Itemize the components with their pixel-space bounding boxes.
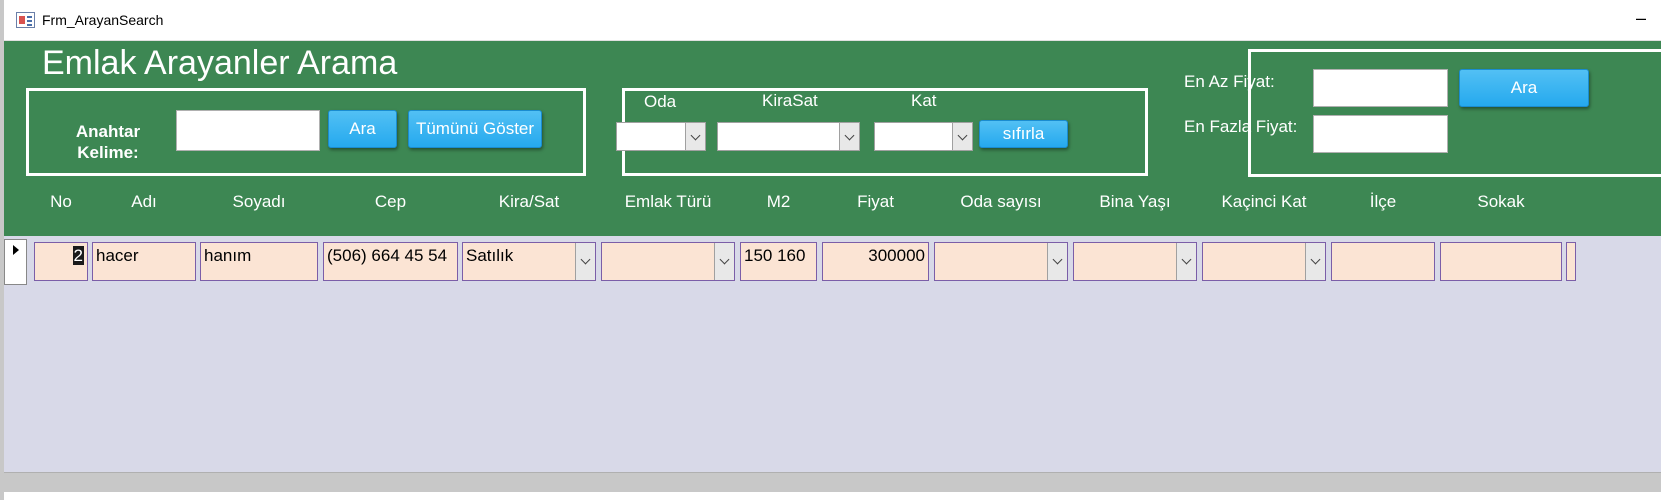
kat-select[interactable] xyxy=(874,122,973,151)
cell-no[interactable]: 2 xyxy=(34,242,88,281)
chevron-down-icon[interactable] xyxy=(839,123,859,150)
show-all-button[interactable]: Tümünü Göster xyxy=(408,110,542,148)
window-bottom-edge xyxy=(4,492,1661,500)
max-price-label: En Fazla Fiyat: xyxy=(1184,117,1298,136)
col-header-soyadi: Soyadı xyxy=(232,192,286,211)
form-icon xyxy=(16,12,35,28)
cell-next[interactable] xyxy=(1566,242,1576,281)
form-window: Frm_ArayanSearch – Emlak Arayanler Arama… xyxy=(0,0,1661,500)
min-price-input[interactable] xyxy=(1313,69,1448,107)
records-area: 2 hacer hanım (506) 664 45 54 Satılık 15… xyxy=(4,236,1661,472)
col-header-no: No xyxy=(50,192,72,211)
price-search-button[interactable]: Ara xyxy=(1459,69,1589,107)
kat-label: Kat xyxy=(911,91,937,110)
oda-label: Oda xyxy=(644,92,677,111)
chevron-down-icon[interactable] xyxy=(1047,243,1067,280)
keyword-label: Anahtar Kelime: xyxy=(75,122,141,162)
record-selector[interactable] xyxy=(4,239,27,285)
cell-kacinci-kat[interactable] xyxy=(1202,242,1326,281)
col-header-m2: M2 xyxy=(766,192,791,211)
cell-soyadi[interactable]: hanım xyxy=(200,242,318,281)
col-header-fiyat: Fiyat xyxy=(857,192,894,211)
col-header-oda-sayisi: Oda sayısı xyxy=(960,192,1042,211)
cell-oda-sayisi[interactable] xyxy=(934,242,1068,281)
kirasat-label: KiraSat xyxy=(762,91,818,110)
oda-select[interactable] xyxy=(616,122,706,151)
min-price-label: En Az Fiyat: xyxy=(1184,72,1275,91)
title-bar: Frm_ArayanSearch – xyxy=(4,0,1661,41)
chevron-down-icon[interactable] xyxy=(575,243,595,280)
cell-adi[interactable]: hacer xyxy=(92,242,196,281)
col-header-bina-yasi: Bina Yaşı xyxy=(1099,192,1171,211)
search-button[interactable]: Ara xyxy=(328,110,397,148)
chevron-down-icon[interactable] xyxy=(685,123,705,150)
keyword-input[interactable] xyxy=(176,110,320,151)
cell-ilce[interactable] xyxy=(1331,242,1435,281)
window-title: Frm_ArayanSearch xyxy=(42,12,164,28)
chevron-down-icon[interactable] xyxy=(1305,243,1325,280)
chevron-down-icon[interactable] xyxy=(1176,243,1196,280)
reset-button[interactable]: sıfırla xyxy=(979,120,1068,148)
cell-m2[interactable]: 150 160 xyxy=(740,242,817,281)
chevron-down-icon[interactable] xyxy=(952,123,972,150)
kirasat-select[interactable] xyxy=(717,122,860,151)
col-header-kacinci-kat: Kaçinci Kat xyxy=(1221,192,1307,211)
no-value: 2 xyxy=(72,246,84,265)
max-price-input[interactable] xyxy=(1313,115,1448,153)
cell-bina-yasi[interactable] xyxy=(1073,242,1197,281)
price-filter-group xyxy=(1248,49,1661,177)
col-header-ilce: İlçe xyxy=(1369,192,1397,211)
col-header-emlak-turu: Emlak Türü xyxy=(624,192,712,211)
column-headers: No Adı Soyadı Cep Kira/Sat Emlak Türü M2… xyxy=(4,183,1661,221)
cell-kirasat[interactable]: Satılık xyxy=(462,242,596,281)
cell-sokak[interactable] xyxy=(1440,242,1562,281)
form-title: Emlak Arayanler Arama xyxy=(42,44,398,82)
horizontal-scrollbar[interactable] xyxy=(4,472,1661,492)
kirasat-value: Satılık xyxy=(466,246,514,265)
minimize-button[interactable]: – xyxy=(1636,8,1646,29)
col-header-sokak: Sokak xyxy=(1477,192,1525,211)
form-header: Emlak Arayanler Arama Anahtar Kelime: Ar… xyxy=(4,41,1661,236)
cell-cep[interactable]: (506) 664 45 54 xyxy=(323,242,458,281)
cell-emlak-turu[interactable] xyxy=(601,242,735,281)
col-header-kirasat: Kira/Sat xyxy=(498,192,560,211)
col-header-adi: Adı xyxy=(131,192,157,211)
chevron-down-icon[interactable] xyxy=(714,243,734,280)
cell-fiyat[interactable]: 300000 xyxy=(822,242,929,281)
col-header-cep: Cep xyxy=(374,192,407,211)
